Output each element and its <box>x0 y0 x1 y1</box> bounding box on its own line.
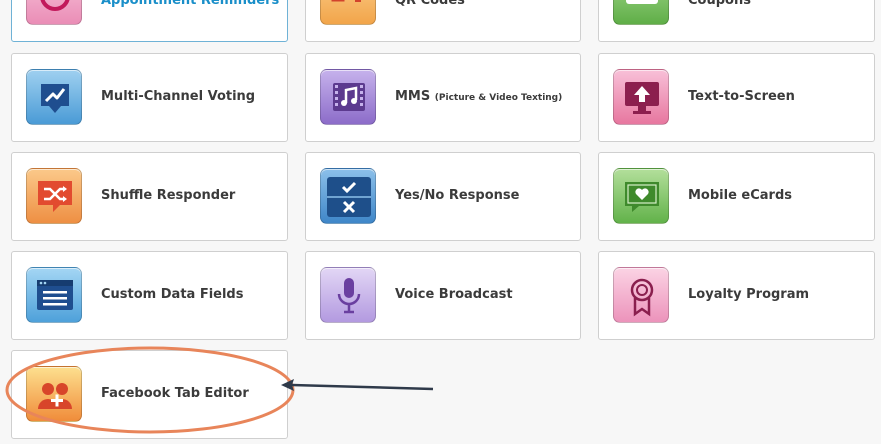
tile-coupons[interactable]: % Coupons <box>598 0 875 42</box>
users-plus-icon <box>26 366 82 422</box>
tile-label: Custom Data Fields <box>101 287 244 302</box>
tile-custom-data-fields[interactable]: Custom Data Fields <box>11 251 288 340</box>
tile-label: Loyalty Program <box>688 287 810 302</box>
tile-yes-no-response[interactable]: Yes/No Response <box>305 152 581 241</box>
tile-appointment-reminders[interactable]: Appointment Reminders <box>11 0 288 42</box>
tile-facebook-tab-editor[interactable]: Facebook Tab Editor <box>11 350 288 439</box>
tile-label: Shuffle Responder <box>101 188 236 203</box>
qr-code-icon <box>320 0 376 25</box>
tile-label: MMS (Picture & Video Texting) <box>395 89 562 104</box>
tile-mobile-ecards[interactable]: Mobile eCards <box>598 152 875 241</box>
heart-card-icon <box>613 168 669 224</box>
list-form-icon <box>26 267 82 323</box>
tile-label: Text-to-Screen <box>688 89 795 104</box>
tile-voice-broadcast[interactable]: Voice Broadcast <box>305 251 581 340</box>
tile-label: Voice Broadcast <box>395 287 513 302</box>
tile-label: Coupons <box>688 0 751 8</box>
shuffle-icon <box>26 168 82 224</box>
tile-shuffle-responder[interactable]: Shuffle Responder <box>11 152 288 241</box>
tile-label: Yes/No Response <box>395 188 520 203</box>
music-icon <box>320 69 376 125</box>
tile-multi-channel-voting[interactable]: Multi-Channel Voting <box>11 53 288 142</box>
tile-text-to-screen[interactable]: Text-to-Screen <box>598 53 875 142</box>
tile-mms[interactable]: MMS (Picture & Video Texting) <box>305 53 581 142</box>
tile-label: Mobile eCards <box>688 188 793 203</box>
ribbon-award-icon <box>613 267 669 323</box>
microphone-icon <box>320 267 376 323</box>
tile-label: Multi-Channel Voting <box>101 89 256 104</box>
mms-subtitle: (Picture & Video Texting) <box>434 93 563 103</box>
tile-label: Appointment Reminders <box>101 0 280 8</box>
voting-icon <box>26 69 82 125</box>
coupon-icon: % <box>613 0 669 25</box>
tile-label: QR Codes <box>395 0 465 8</box>
tile-loyalty-program[interactable]: Loyalty Program <box>598 251 875 340</box>
check-x-icon <box>320 168 376 224</box>
mms-title: MMS <box>395 89 431 104</box>
screen-upload-icon <box>613 69 669 125</box>
svg-text:%: % <box>636 0 648 3</box>
tile-qr-codes[interactable]: QR Codes <box>305 0 581 42</box>
pointer-arrow-line <box>291 383 434 391</box>
clock-icon <box>26 0 82 25</box>
tile-label: Facebook Tab Editor <box>101 386 249 401</box>
